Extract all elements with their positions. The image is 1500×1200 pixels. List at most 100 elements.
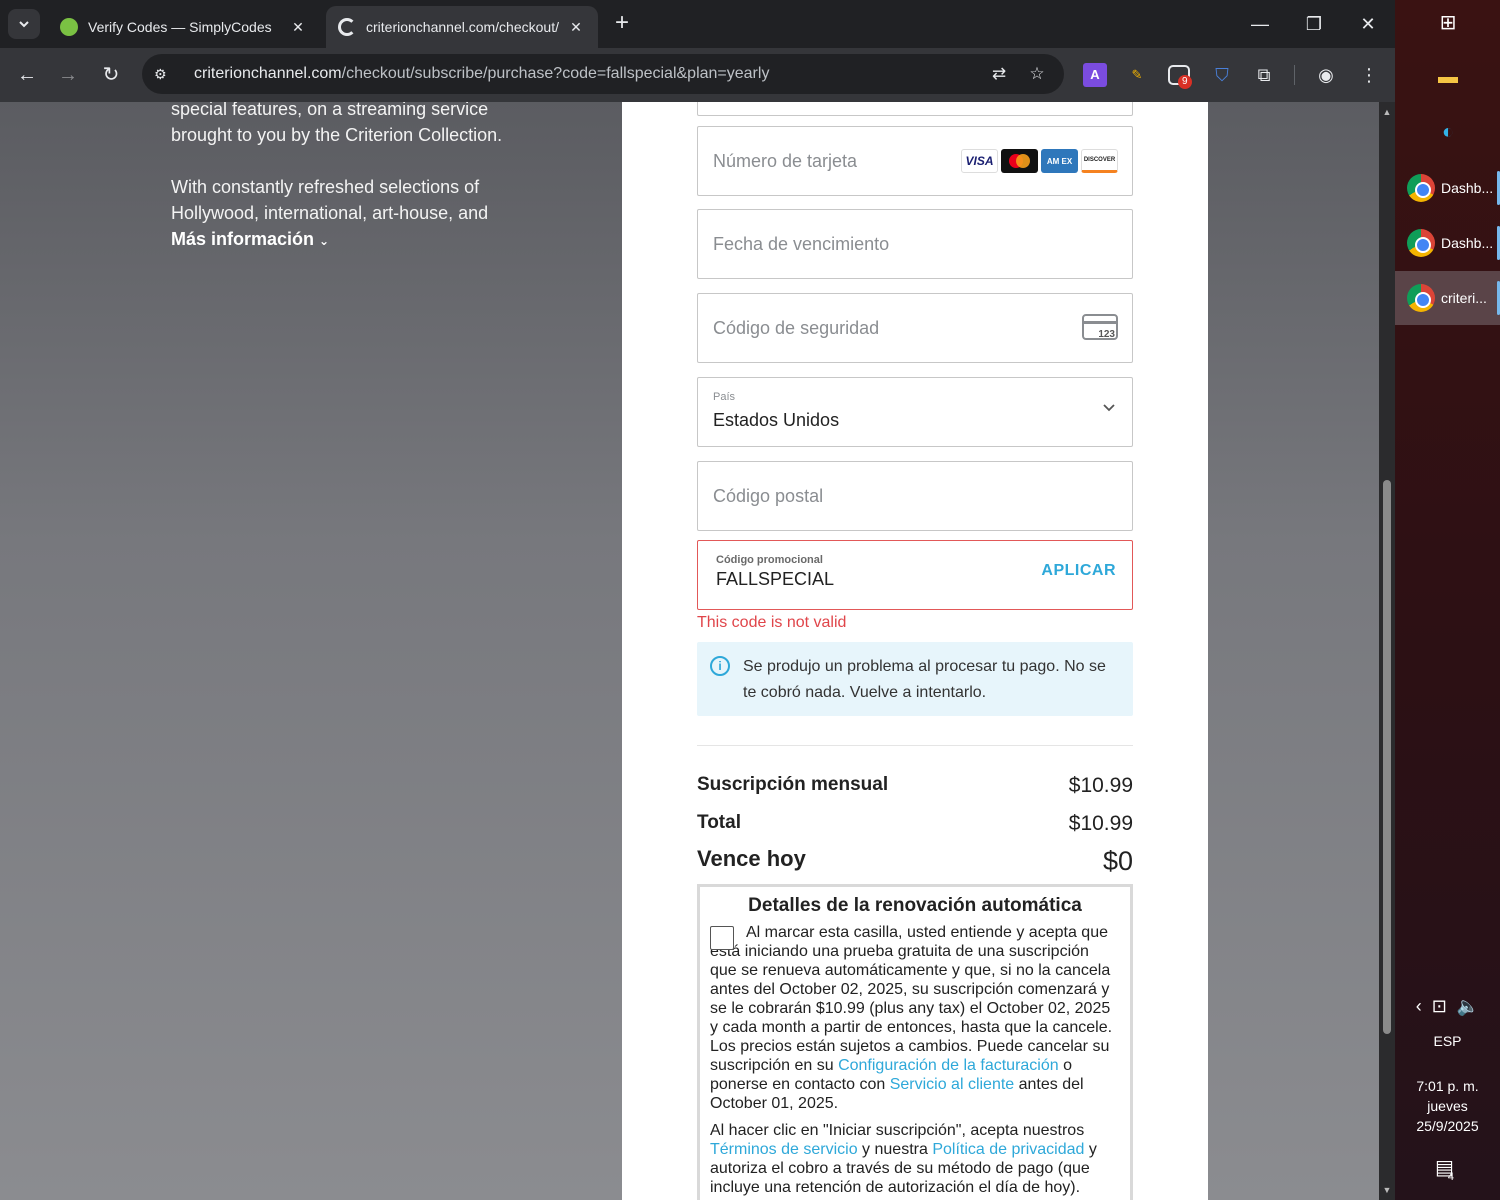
extensions-puzzle-icon[interactable]: ⧉ xyxy=(1252,63,1276,87)
notifications-icon[interactable]: ▤4 xyxy=(1395,1155,1500,1183)
scroll-down-arrow-icon[interactable]: ▼ xyxy=(1381,1184,1393,1196)
reload-button[interactable]: ↻ xyxy=(96,60,126,90)
cvc-card-icon: 123 xyxy=(1082,314,1118,340)
scroll-thumb[interactable] xyxy=(1383,480,1391,1034)
chrome-icon xyxy=(1407,284,1435,312)
forward-button[interactable]: → xyxy=(53,60,83,90)
profile-icon[interactable]: ◉ xyxy=(1314,63,1338,87)
url-text[interactable]: criterionchannel.com/checkout/subscribe/… xyxy=(194,65,769,83)
promo-code-label: Código promocional xyxy=(716,554,823,566)
chevron-down-icon xyxy=(19,21,29,28)
extension-a-icon[interactable]: A xyxy=(1083,63,1107,87)
country-value: Estados Unidos xyxy=(713,410,840,430)
country-select[interactable]: País Estados Unidos xyxy=(697,377,1133,447)
restore-button[interactable]: ❐ xyxy=(1294,8,1334,40)
mastercard-icon xyxy=(1001,149,1038,173)
clock-day[interactable]: jueves xyxy=(1395,1098,1500,1114)
extension-pen-icon[interactable]: ✎ xyxy=(1125,63,1149,87)
back-button[interactable]: ← xyxy=(12,60,42,90)
apply-promo-button[interactable]: APLICAR xyxy=(1041,562,1116,580)
minimize-button[interactable]: — xyxy=(1240,8,1280,40)
tab-criterion[interactable]: criterionchannel.com/checkout/ ✕ xyxy=(326,6,598,48)
country-label: País xyxy=(713,391,736,403)
postal-code-field[interactable]: Código postal xyxy=(697,461,1133,531)
security-code-field[interactable]: Código de seguridad 123 xyxy=(697,293,1133,363)
visa-icon: VISA xyxy=(961,149,998,173)
scroll-up-arrow-icon[interactable]: ▲ xyxy=(1381,106,1393,118)
page-scrollbar[interactable]: ▲ ▼ xyxy=(1379,102,1395,1200)
file-explorer-icon[interactable]: ▬ xyxy=(1433,62,1463,92)
windows-start-icon[interactable]: ⊞ xyxy=(1433,8,1463,38)
clock-date[interactable]: 25/9/2025 xyxy=(1395,1118,1500,1134)
notifications-count: 4 xyxy=(1447,1171,1455,1183)
customer-service-link[interactable]: Servicio al cliente xyxy=(890,1076,1015,1093)
close-icon[interactable]: ✕ xyxy=(288,19,308,36)
volume-icon[interactable]: 🔈 xyxy=(1457,996,1479,1016)
card-number-placeholder: Número de tarjeta xyxy=(713,151,858,171)
intro-paragraph-2: With constantly refreshed selections of … xyxy=(171,177,489,223)
monthly-label: Suscripción mensual xyxy=(697,774,889,795)
tab-simplycodes[interactable]: Verify Codes — SimplyCodes ✕ xyxy=(48,6,320,48)
discover-icon: DISCOVER xyxy=(1081,149,1118,173)
total-value: $10.99 xyxy=(1068,812,1133,835)
page-viewport: special features, on a streaming service… xyxy=(0,102,1379,1200)
due-today-label: Vence hoy xyxy=(697,846,806,871)
url-path: /checkout/subscribe/purchase?code=fallsp… xyxy=(341,65,770,82)
menu-kebab-icon[interactable]: ⋮ xyxy=(1357,63,1381,87)
site-info-icon[interactable]: ⚙ xyxy=(154,66,174,83)
cvc-icon-text: 123 xyxy=(1098,329,1115,340)
auto-renewal-checkbox[interactable] xyxy=(710,926,734,950)
payment-error-notice: i Se produjo un problema al procesar tu … xyxy=(697,642,1133,716)
close-icon[interactable]: ✕ xyxy=(566,19,586,36)
loading-icon xyxy=(338,18,356,36)
translate-icon[interactable]: ⇄ xyxy=(987,62,1011,86)
taskbar-item-label: Dashb... xyxy=(1441,235,1494,251)
network-icon[interactable]: ⊡ xyxy=(1432,996,1447,1016)
screen: Verify Codes — SimplyCodes ✕ criterionch… xyxy=(0,0,1500,1200)
auto-renewal-details: Detalles de la renovación automática Al … xyxy=(697,884,1133,1200)
windows-taskbar: ⊞ ▬ ◐ Dashb... Dashb... criteri... ‹ ⊡ 🔈… xyxy=(1395,0,1500,1200)
edge-browser-icon[interactable]: ◐ xyxy=(1433,117,1463,147)
postal-code-placeholder: Código postal xyxy=(713,486,824,506)
clock-time[interactable]: 7:01 p. m. xyxy=(1395,1078,1500,1094)
summary-divider xyxy=(697,745,1133,746)
chrome-icon xyxy=(1407,174,1435,202)
chevron-down-icon: ⌄ xyxy=(319,234,330,248)
monthly-subscription-row: Suscripción mensual $10.99 xyxy=(697,774,1133,798)
privacy-policy-link[interactable]: Política de privacidad xyxy=(932,1141,1084,1158)
tab-strip: Verify Codes — SimplyCodes ✕ criterionch… xyxy=(0,0,1395,48)
chrome-icon xyxy=(1407,229,1435,257)
taskbar-item-label: Dashb... xyxy=(1441,180,1494,196)
close-window-button[interactable]: ✕ xyxy=(1348,8,1388,40)
promo-code-field[interactable]: Código promocional FALLSPECIAL APLICAR xyxy=(697,540,1133,610)
promo-code-value[interactable]: FALLSPECIAL xyxy=(716,569,834,590)
language-indicator[interactable]: ESP xyxy=(1395,1033,1500,1049)
new-tab-button[interactable]: + xyxy=(608,10,636,38)
expiry-date-field[interactable]: Fecha de vencimiento xyxy=(697,209,1133,279)
terms-of-service-link[interactable]: Términos de servicio xyxy=(710,1141,858,1158)
toolbar-divider xyxy=(1294,65,1295,85)
taskbar-item-dashboard-2[interactable]: Dashb... xyxy=(1395,216,1500,270)
promo-error-message: This code is not valid xyxy=(697,614,847,631)
previous-field[interactable] xyxy=(697,102,1133,116)
taskbar-item-dashboard-1[interactable]: Dashb... xyxy=(1395,161,1500,215)
amex-icon: AM EX xyxy=(1041,149,1078,173)
more-info-link[interactable]: Más información ⌄ xyxy=(171,226,551,254)
card-number-field[interactable]: Número de tarjeta VISA AM EX DISCOVER xyxy=(697,126,1133,196)
billing-settings-link[interactable]: Configuración de la facturación xyxy=(838,1057,1059,1074)
browser-toolbar: ← → ↻ ⚙ criterionchannel.com/checkout/su… xyxy=(0,48,1395,102)
card-brand-logos: VISA AM EX DISCOVER xyxy=(961,149,1118,173)
address-bar[interactable]: ⚙ criterionchannel.com/checkout/subscrib… xyxy=(142,54,1064,94)
payment-error-text: Se produjo un problema al procesar tu pa… xyxy=(743,658,1106,701)
tab-title: Verify Codes — SimplyCodes xyxy=(88,19,272,35)
auto-renewal-text: Al marcar esta casilla, usted entiende y… xyxy=(710,923,1120,1113)
star-icon[interactable]: ☆ xyxy=(1025,62,1049,86)
tab-search-button[interactable] xyxy=(8,9,40,39)
system-tray-icons: ‹ ⊡ 🔈 xyxy=(1395,996,1500,1017)
chevron-left-icon[interactable]: ‹ xyxy=(1416,996,1422,1016)
extension-shield-icon[interactable]: ⛉ xyxy=(1210,63,1234,87)
more-info-label: Más información xyxy=(171,229,315,249)
url-host: criterionchannel.com xyxy=(194,65,342,82)
total-row: Total $10.99 xyxy=(697,812,1133,836)
taskbar-item-criterion[interactable]: criteri... xyxy=(1395,271,1500,325)
